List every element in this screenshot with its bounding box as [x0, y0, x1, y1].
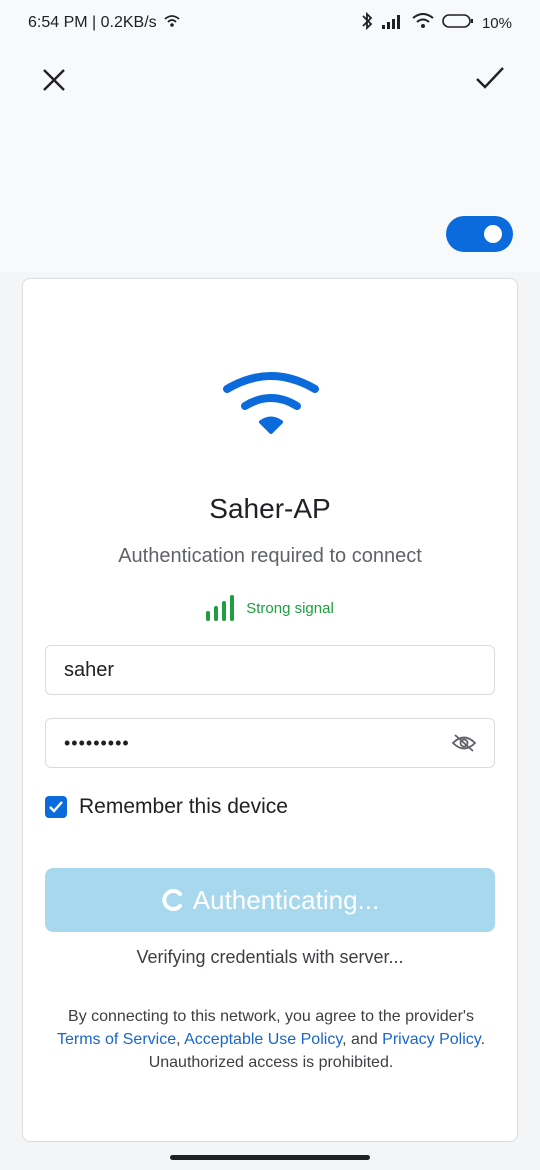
- password-input[interactable]: [62, 731, 451, 755]
- legal-notice: By connecting to this network, you agree…: [43, 1005, 499, 1074]
- username-input[interactable]: [62, 657, 478, 683]
- password-field[interactable]: [45, 718, 495, 768]
- battery-level: 10%: [481, 14, 512, 32]
- privacy-policy-link[interactable]: Privacy Policy: [382, 1031, 480, 1048]
- network-subtitle: Authentication required to connect: [118, 545, 422, 567]
- check-icon: [476, 67, 504, 89]
- home-indicator[interactable]: [170, 1155, 370, 1160]
- legal-suffix: Unauthorized access is prohibited.: [148, 1054, 394, 1071]
- bluetooth-icon: [360, 11, 374, 36]
- status-right: 10%: [360, 11, 512, 36]
- status-left: 6:54 PM | 0.2KB/s: [28, 14, 181, 33]
- verifying-status: Verifying credentials with server...: [136, 947, 404, 967]
- signal-text: Strong signal: [246, 599, 334, 617]
- wifi-status-icon: [412, 12, 434, 34]
- remember-label: Remember this device: [79, 795, 288, 818]
- hotspot-icon: [163, 14, 181, 33]
- wifi-large-icon: [221, 371, 321, 441]
- remember-checkbox[interactable]: [45, 796, 67, 818]
- legal-prefix: By connecting to this network, you agree…: [68, 1008, 474, 1025]
- legal-sep-2: , and: [342, 1031, 378, 1048]
- auth-card: Saher-AP Authentication required to conn…: [22, 278, 518, 1142]
- username-field[interactable]: [45, 645, 495, 695]
- close-icon: [43, 69, 65, 91]
- eye-off-icon: [451, 734, 477, 752]
- authenticate-button-label: Authenticating...: [192, 884, 380, 915]
- connection-toggle[interactable]: [446, 216, 513, 252]
- signal-strength: Strong signal: [23, 595, 517, 621]
- acceptable-use-policy-link[interactable]: Acceptable Use Policy: [184, 1031, 342, 1048]
- toggle-password-visibility-button[interactable]: [450, 728, 478, 758]
- checkmark-icon: [49, 801, 63, 813]
- network-name: Saher-AP: [209, 493, 331, 524]
- terms-of-service-link[interactable]: Terms of Service: [57, 1031, 176, 1048]
- close-button[interactable]: [30, 56, 78, 104]
- signal-bars-icon: [206, 595, 235, 621]
- remember-device-row[interactable]: Remember this device: [45, 795, 288, 819]
- authenticate-button[interactable]: Authenticating...: [45, 868, 495, 932]
- legal-sep-1: ,: [176, 1031, 181, 1048]
- spinner-icon: [162, 889, 182, 911]
- status-time-speed: 6:54 PM | 0.2KB/s: [28, 14, 157, 31]
- cellular-signal-icon: [381, 13, 404, 34]
- battery-icon: [442, 13, 474, 34]
- top-toolbar: [0, 46, 540, 272]
- status-bar: 6:54 PM | 0.2KB/s 10%: [0, 0, 540, 46]
- toggle-knob: [484, 225, 502, 243]
- legal-sep-3: .: [480, 1031, 486, 1048]
- confirm-button[interactable]: [466, 54, 514, 102]
